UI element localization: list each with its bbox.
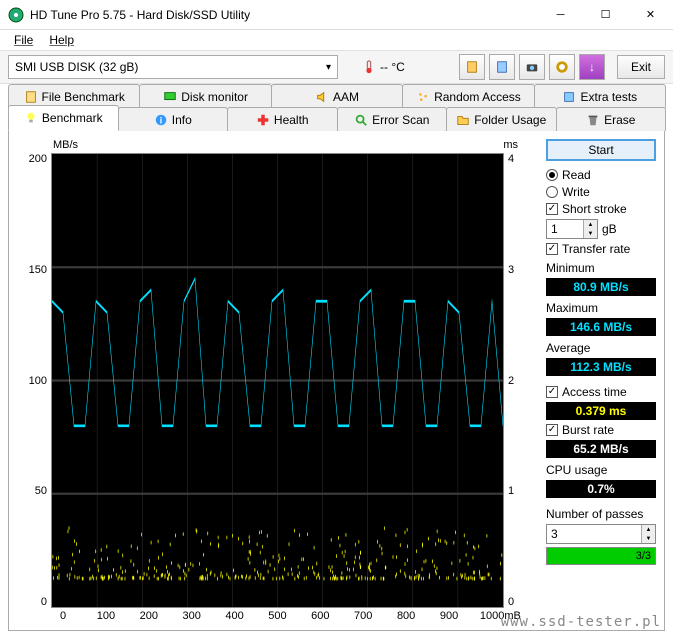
average-value: 112.3 MB/s (546, 358, 656, 376)
thermometer-icon (362, 60, 376, 74)
tab-info[interactable]: iInfo (118, 107, 229, 131)
trash-icon (586, 113, 600, 127)
right-axis-label: ms (503, 139, 518, 151)
svg-text:i: i (160, 115, 162, 125)
drive-select[interactable]: SMI USB DISK (32 gB) (8, 55, 338, 79)
passes-label: Number of passes (546, 507, 656, 521)
close-button[interactable]: ✕ (628, 0, 673, 29)
drive-select-text: SMI USB DISK (32 gB) (15, 60, 138, 74)
cpu-label: CPU usage (546, 463, 656, 477)
tab-aam[interactable]: AAM (271, 84, 403, 108)
average-label: Average (546, 341, 656, 355)
monitor-icon (163, 90, 177, 104)
exit-button[interactable]: Exit (617, 55, 665, 79)
bulb-icon (24, 111, 38, 125)
file-benchmark-icon (24, 90, 38, 104)
gear-icon (555, 60, 569, 74)
tab-benchmark[interactable]: Benchmark (8, 105, 119, 131)
burst-rate-value: 65.2 MB/s (546, 440, 656, 458)
tab-error-scan[interactable]: Error Scan (337, 107, 448, 131)
minimize-button[interactable]: ─ (538, 0, 583, 29)
watermark: www.ssd-tester.pl (501, 614, 661, 630)
left-axis-label: MB/s (53, 139, 78, 151)
menubar: File Help (0, 30, 673, 50)
app-icon (8, 7, 24, 23)
benchmark-panel: MB/s ms 200 150 100 50 0 4 3 2 1 0 (8, 131, 665, 631)
read-radio[interactable]: Read (546, 168, 656, 182)
tab-folder-usage[interactable]: Folder Usage (446, 107, 557, 131)
access-time-value: 0.379 ms (546, 402, 656, 420)
folder-icon (456, 113, 470, 127)
y-axis-left: 200 150 100 50 0 (17, 153, 51, 608)
clipboard-icon (465, 60, 479, 74)
random-icon (416, 90, 430, 104)
write-radio[interactable]: Write (546, 185, 656, 199)
side-panel: Start Read Write Short stroke 1▲▼ gB Tra… (546, 139, 656, 622)
short-stroke-check[interactable]: Short stroke (546, 202, 656, 216)
window-title: HD Tune Pro 5.75 - Hard Disk/SSD Utility (30, 8, 538, 22)
extra-icon (562, 90, 576, 104)
tab-random-access[interactable]: Random Access (402, 84, 534, 108)
copy-screenshot-button[interactable] (489, 54, 515, 80)
toolbar: SMI USB DISK (32 gB) -- °C ↓ Exit (0, 50, 673, 84)
tab-extra-tests[interactable]: Extra tests (534, 84, 666, 108)
menu-help[interactable]: Help (43, 32, 80, 48)
y-axis-right: 4 3 2 1 0 (504, 153, 538, 608)
tabs-row-lower: Benchmark iInfo Health Error Scan Folder… (8, 107, 665, 131)
info-icon: i (154, 113, 168, 127)
maximize-button[interactable]: ☐ (583, 0, 628, 29)
benchmark-chart (51, 153, 504, 608)
screenshot-button[interactable] (519, 54, 545, 80)
progress-bar: 3/3 (546, 547, 656, 565)
minimum-value: 80.9 MB/s (546, 278, 656, 296)
maximum-label: Maximum (546, 301, 656, 315)
maximum-value: 146.6 MB/s (546, 318, 656, 336)
camera-icon (525, 60, 539, 74)
minimum-label: Minimum (546, 261, 656, 275)
health-icon (256, 113, 270, 127)
start-button[interactable]: Start (546, 139, 656, 161)
copy-info-button[interactable] (459, 54, 485, 80)
burst-rate-check[interactable]: Burst rate (546, 423, 656, 437)
tab-health[interactable]: Health (227, 107, 338, 131)
settings-button[interactable] (549, 54, 575, 80)
transfer-rate-check[interactable]: Transfer rate (546, 242, 656, 256)
speaker-icon (315, 90, 329, 104)
scan-icon (354, 113, 368, 127)
menu-file[interactable]: File (8, 32, 39, 48)
temperature-text: -- °C (380, 60, 405, 74)
cpu-value: 0.7% (546, 480, 656, 498)
titlebar: HD Tune Pro 5.75 - Hard Disk/SSD Utility… (0, 0, 673, 30)
tab-disk-monitor[interactable]: Disk monitor (139, 84, 271, 108)
clipboard2-icon (495, 60, 509, 74)
temperature: -- °C (362, 60, 405, 74)
tab-erase[interactable]: Erase (556, 107, 667, 131)
save-button[interactable]: ↓ (579, 54, 605, 80)
x-axis: 0 100 200 300 400 500 600 700 800 900 10… (17, 608, 538, 622)
access-time-check[interactable]: Access time (546, 385, 656, 399)
chart-area: MB/s ms 200 150 100 50 0 4 3 2 1 0 (17, 139, 538, 622)
short-stroke-input[interactable]: 1▲▼ (546, 219, 598, 239)
passes-input[interactable]: 3▲▼ (546, 524, 656, 544)
